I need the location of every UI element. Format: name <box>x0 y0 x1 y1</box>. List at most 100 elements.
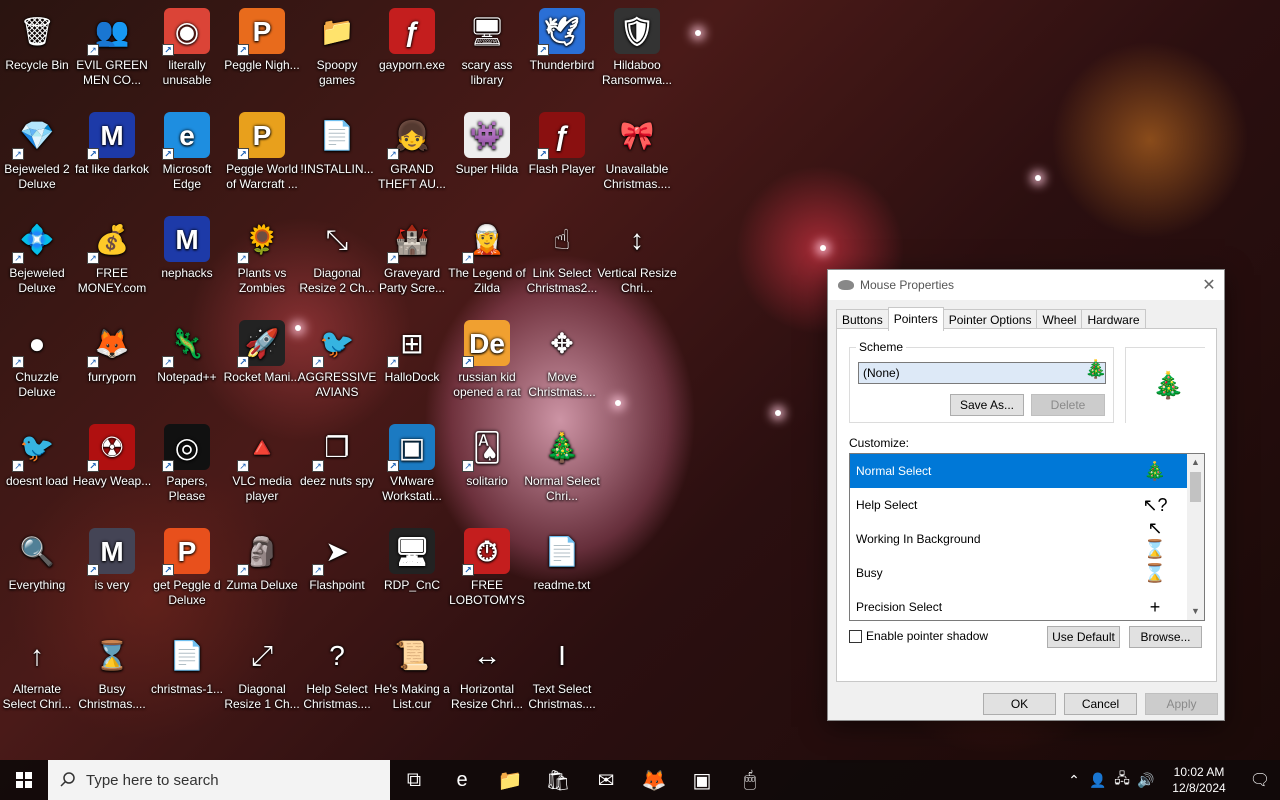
desktop-icon[interactable]: 🎀 Unavailable Christmas.... <box>600 104 674 204</box>
tab-wheel[interactable]: Wheel <box>1036 309 1083 330</box>
desktop-icon[interactable]: ▣ ↗ VMware Workstati... <box>375 416 449 516</box>
desktop-icon[interactable]: 🛡 Hildaboo Ransomwa... <box>600 0 674 100</box>
tab-pointers[interactable]: Pointers <box>887 307 944 331</box>
vmware-icon[interactable]: ▣ <box>678 760 726 800</box>
desktop-icon[interactable]: 🔍 Everything <box>0 520 74 620</box>
desktop-icon[interactable]: 📁 Spoopy games <box>300 0 374 100</box>
tab-buttons[interactable]: Buttons <box>836 309 889 330</box>
desktop-icon[interactable]: 🏰 ↗ Graveyard Party Scre... <box>375 208 449 308</box>
desktop-icon[interactable]: 🚀 ↗ Rocket Mani... <box>224 312 300 412</box>
desktop-icon[interactable]: 🗿 ↗ Zuma Deluxe <box>225 520 299 620</box>
clock[interactable]: 10:02 AM 12/8/2024 <box>1164 764 1234 796</box>
apply-button[interactable]: Apply <box>1145 693 1218 715</box>
desktop-icon[interactable]: 📄 readme.txt <box>525 520 599 620</box>
desktop-icon[interactable]: ⊞ ↗ HalloDock <box>375 312 449 412</box>
desktop-icon[interactable]: De ↗ russian kid opened a rat <box>450 312 524 412</box>
desktop-icon[interactable]: ƒ gayporn.exe <box>375 0 449 100</box>
tab-pointer-options[interactable]: Pointer Options <box>942 309 1038 330</box>
pointer-row[interactable]: Normal Select 🎄 <box>850 454 1188 488</box>
browse-button[interactable]: Browse... <box>1129 626 1202 648</box>
desktop-icon[interactable]: 💎 ↗ Bejeweled 2 Deluxe <box>0 104 74 204</box>
mail-icon[interactable]: ✉ <box>582 760 630 800</box>
desktop-icon[interactable]: ☢ ↗ Heavy Weap... <box>73 416 151 516</box>
desktop-icon[interactable]: 🖥 scary ass library <box>450 0 524 100</box>
volume-icon[interactable]: 🔊 <box>1134 772 1158 789</box>
desktop-icon[interactable]: 👥 ↗ EVIL GREEN MEN CO... <box>75 0 149 100</box>
pointer-shadow-checkbox[interactable] <box>849 629 862 643</box>
desktop-icon[interactable]: 🐦 ↗ doesnt load <box>0 416 74 516</box>
edge-icon[interactable]: e <box>438 760 486 800</box>
network-icon[interactable]: 🖧 <box>1110 768 1134 792</box>
desktop-icon[interactable]: M ↗ fat like darkok <box>75 104 149 204</box>
people-icon[interactable]: 👤 <box>1086 772 1110 789</box>
save-as-button[interactable]: Save As... <box>950 394 1024 416</box>
desktop-icon[interactable]: 🔺 ↗ VLC media player <box>225 416 299 516</box>
desktop-icon[interactable]: ◎ ↗ Papers, Please <box>150 416 224 516</box>
tab-hardware[interactable]: Hardware <box>1081 309 1146 330</box>
desktop-icon[interactable]: ⤡ Diagonal Resize 2 Ch... <box>299 208 374 308</box>
task-view-icon[interactable]: ⧉ <box>390 760 438 800</box>
desktop-icon[interactable]: ◉ ↗ literally unusable <box>150 0 224 100</box>
desktop-icon[interactable]: 🌻 ↗ Plants vs Zombies <box>225 208 299 308</box>
desktop-icon[interactable]: Mnephacks <box>150 208 224 308</box>
chevron-up-icon[interactable]: ⌃ <box>1062 772 1086 789</box>
pointer-row[interactable]: Working In Background ↖⌛ <box>850 518 1188 559</box>
scroll-thumb[interactable] <box>1190 472 1201 502</box>
delete-button[interactable]: Delete <box>1031 394 1105 416</box>
pointer-shadow-option[interactable]: Enable pointer shadow <box>849 629 988 643</box>
desktop-icon[interactable]: ✥ Move Christmas.... <box>525 312 599 412</box>
desktop-icon[interactable]: 💰 ↗ FREE MONEY.com <box>75 208 149 308</box>
desktop-icon[interactable]: ⤢ Diagonal Resize 1 Ch... <box>224 624 299 724</box>
desktop-icon[interactable]: 👾 Super Hilda <box>450 104 524 204</box>
desktop-icon[interactable]: 👧 ↗ GRAND THEFT AU... <box>375 104 449 204</box>
desktop-icon[interactable]: ↑ Alternate Select Chri... <box>0 624 74 724</box>
desktop-icon[interactable]: ☝ Link Select Christmas2... <box>525 208 599 308</box>
ok-button[interactable]: OK <box>983 693 1056 715</box>
pointer-list[interactable]: Normal Select 🎄 Help Select ↖? Working In Ba… <box>849 453 1205 621</box>
desktop-icon[interactable]: I Text Select Christmas.... <box>525 624 599 724</box>
pointer-row[interactable]: Help Select ↖? <box>850 488 1188 522</box>
file-explorer-icon[interactable]: 📁 <box>486 760 534 800</box>
desktop-icon[interactable]: ƒ ↗ Flash Player <box>525 104 599 204</box>
close-button[interactable]: ✕ <box>1194 270 1224 300</box>
mouse-icon[interactable]: 🖱 <box>726 760 774 800</box>
desktop-icon[interactable]: P ↗ Peggle Nigh... <box>224 0 300 100</box>
store-icon[interactable]: 🛍 <box>534 760 582 800</box>
desktop-icon[interactable]: e ↗ Microsoft Edge <box>150 104 224 204</box>
scheme-dropdown[interactable]: (None) 🎄 <box>858 359 1107 384</box>
start-button[interactable] <box>0 760 48 800</box>
pointer-row[interactable]: Precision Select + <box>850 590 1188 620</box>
desktop-icon[interactable]: 🕊 ↗ Thunderbird <box>525 0 599 100</box>
desktop-icon[interactable]: 📄 christmas-1... <box>150 624 224 724</box>
notification-icon[interactable]: 🗨 <box>1240 770 1280 790</box>
desktop-icon[interactable]: 🦊 ↗ furryporn <box>75 312 149 412</box>
desktop-icon[interactable]: 🎄 Normal Select Chri... <box>524 416 599 516</box>
cancel-button[interactable]: Cancel <box>1064 693 1137 715</box>
desktop-icon[interactable]: 🂡 ↗ solitario <box>450 416 524 516</box>
desktop-icon[interactable]: 📄 !INSTALLIN... <box>300 104 374 204</box>
pointer-row[interactable]: Busy ⌛ <box>850 556 1188 590</box>
desktop-icon[interactable]: ➤ ↗ Flashpoint <box>300 520 374 620</box>
desktop-icon[interactable]: 🖥 RDP_CnC <box>375 520 449 620</box>
desktop-icon[interactable]: 💠 ↗ Bejeweled Deluxe <box>0 208 74 308</box>
desktop-icon[interactable]: 📜 He's Making a List.cur <box>374 624 450 724</box>
desktop-icon[interactable]: 🦎 ↗ Notepad++ <box>150 312 224 412</box>
scroll-down-icon[interactable]: ▼ <box>1187 603 1204 620</box>
dialog-titlebar[interactable]: Mouse Properties ✕ <box>828 270 1224 300</box>
desktop-icon[interactable]: 🐦 ↗ AGGRESSIVE AVIANS <box>298 312 377 412</box>
desktop-icon[interactable]: 🗑 Recycle Bin <box>0 0 74 100</box>
firefox-icon[interactable]: 🦊 <box>630 760 678 800</box>
desktop-icon[interactable]: ? Help Select Christmas.... <box>300 624 374 724</box>
use-default-button[interactable]: Use Default <box>1047 626 1120 648</box>
desktop-icon[interactable]: ⌛ Busy Christmas.... <box>75 624 149 724</box>
desktop-icon[interactable]: ● ↗ Chuzzle Deluxe <box>0 312 74 412</box>
desktop-icon[interactable]: ↕ Vertical Resize Chri... <box>597 208 676 308</box>
desktop-icon[interactable]: M ↗ is very <box>75 520 149 620</box>
list-scrollbar[interactable]: ▲ ▼ <box>1187 454 1204 620</box>
desktop-icon[interactable]: ⏱ ↗ FREE LOBOTOMYS <box>449 520 525 620</box>
search-box[interactable]: Type here to search <box>48 760 390 800</box>
desktop-icon[interactable]: P ↗ get Peggle d Deluxe <box>150 520 224 620</box>
desktop-icon[interactable]: P ↗ Peggle World of Warcraft ... <box>225 104 299 204</box>
desktop-icon[interactable]: ❐ ↗ deez nuts spy <box>300 416 374 516</box>
scroll-up-icon[interactable]: ▲ <box>1187 454 1204 471</box>
